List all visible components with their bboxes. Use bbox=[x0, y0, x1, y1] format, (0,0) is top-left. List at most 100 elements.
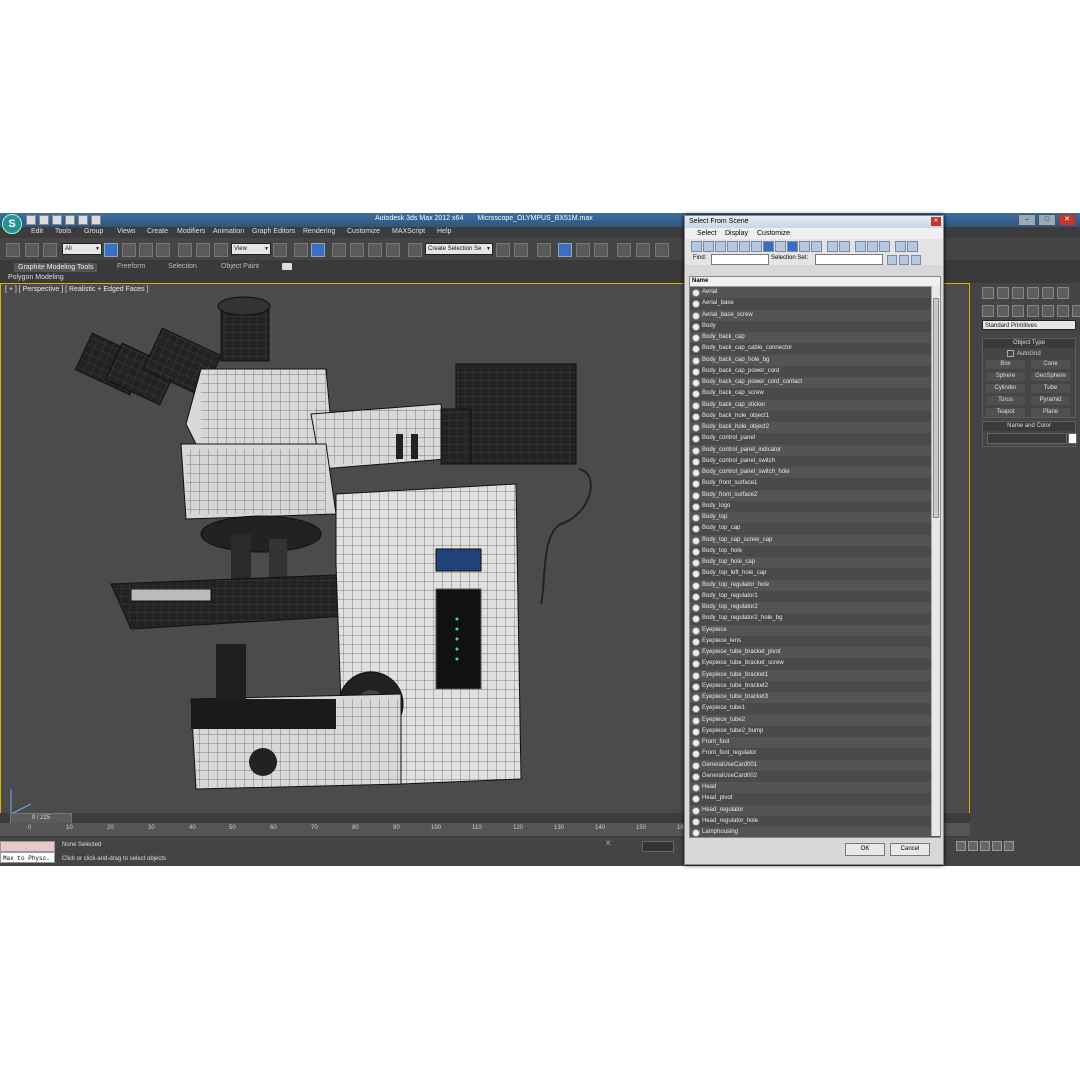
close-button[interactable]: ✕ bbox=[1058, 214, 1076, 226]
pivot-center-icon[interactable] bbox=[273, 243, 287, 257]
tab-selection[interactable]: Selection bbox=[168, 263, 197, 270]
list-item[interactable]: Aerial_base bbox=[690, 298, 940, 310]
scrollbar-thumb[interactable] bbox=[933, 298, 939, 518]
select-none-icon[interactable] bbox=[867, 241, 878, 252]
rendered-frame-window-icon[interactable] bbox=[655, 243, 669, 257]
tube-button[interactable]: Tube bbox=[1031, 384, 1070, 393]
list-item[interactable]: Body_top bbox=[690, 512, 940, 524]
mirror-icon[interactable] bbox=[496, 243, 510, 257]
display-helpers-icon[interactable] bbox=[739, 241, 750, 252]
display-all-icon[interactable] bbox=[811, 241, 822, 252]
display-containers-icon[interactable] bbox=[799, 241, 810, 252]
sync-selection-icon[interactable] bbox=[895, 241, 906, 252]
display-lights-icon[interactable] bbox=[715, 241, 726, 252]
select-all-icon[interactable] bbox=[855, 241, 866, 252]
menu-modifiers[interactable]: Modifiers bbox=[177, 228, 205, 235]
list-item[interactable]: Body_back_cap_power_cord_contact bbox=[690, 377, 940, 389]
selection-set-add-icon[interactable] bbox=[899, 255, 909, 265]
scale-icon[interactable] bbox=[214, 243, 228, 257]
cancel-button[interactable]: Cancel bbox=[890, 843, 930, 856]
cylinder-button[interactable]: Cylinder bbox=[986, 384, 1025, 393]
list-item[interactable]: Body_front_surface2 bbox=[690, 489, 940, 501]
play-icon[interactable] bbox=[980, 841, 990, 851]
list-item[interactable]: Body_front_surface1 bbox=[690, 478, 940, 490]
dialog-menu-customize[interactable]: Customize bbox=[757, 230, 790, 237]
schematic-view-icon[interactable] bbox=[594, 243, 608, 257]
sphere-button[interactable]: Sphere bbox=[986, 372, 1025, 381]
list-item[interactable]: Body_top_regulator2 bbox=[690, 602, 940, 614]
list-item[interactable]: Body_logo bbox=[690, 500, 940, 512]
material-editor-icon[interactable] bbox=[617, 243, 631, 257]
list-item[interactable]: Body_back_cap bbox=[690, 332, 940, 344]
select-manipulate-icon[interactable] bbox=[294, 243, 308, 257]
geometry-icon[interactable] bbox=[982, 305, 994, 317]
maxscript-listener-mini[interactable] bbox=[0, 841, 55, 852]
name-and-color-header[interactable]: Name and Color bbox=[983, 422, 1075, 431]
list-item[interactable]: Eyepiece_tube_bracket_screw bbox=[690, 658, 940, 670]
object-name-field[interactable] bbox=[987, 433, 1067, 444]
angle-snap-icon[interactable] bbox=[350, 243, 364, 257]
list-item[interactable]: Body_back_hole_object2 bbox=[690, 422, 940, 434]
scene-object-list[interactable]: Name Aerial Aerial_base Aerial_base_screw B… bbox=[689, 276, 941, 838]
undo-icon[interactable] bbox=[65, 215, 75, 225]
select-link-icon[interactable] bbox=[6, 243, 20, 257]
display-shapes-icon[interactable] bbox=[703, 241, 714, 252]
plane-button[interactable]: Plane bbox=[1031, 408, 1070, 417]
list-item[interactable]: Body_back_cap_sticker bbox=[690, 399, 940, 411]
list-scrollbar[interactable] bbox=[931, 286, 940, 836]
rotate-icon[interactable] bbox=[196, 243, 210, 257]
display-geometry-icon[interactable] bbox=[691, 241, 702, 252]
tab-graphite-modeling-tools[interactable]: Graphite Modeling Tools bbox=[14, 263, 98, 272]
list-item[interactable]: Body_top_cap bbox=[690, 523, 940, 535]
list-item[interactable]: Eyepiece_tube2 bbox=[690, 714, 940, 726]
list-item[interactable]: Body_top_hole bbox=[690, 545, 940, 557]
menu-graph-editors[interactable]: Graph Editors bbox=[252, 228, 295, 235]
object-type-header[interactable]: Object Type bbox=[983, 339, 1075, 348]
redo-icon[interactable] bbox=[78, 215, 88, 225]
edit-named-selection-icon[interactable] bbox=[408, 243, 422, 257]
torus-button[interactable]: Torus bbox=[986, 396, 1025, 405]
select-invert-icon[interactable] bbox=[879, 241, 890, 252]
unlink-icon[interactable] bbox=[25, 243, 39, 257]
next-frame-icon[interactable] bbox=[992, 841, 1002, 851]
menu-maxscript[interactable]: MAXScript bbox=[392, 228, 425, 235]
open-icon[interactable] bbox=[39, 215, 49, 225]
utilities-tab-icon[interactable] bbox=[1057, 287, 1069, 299]
list-item[interactable]: Eyepiece bbox=[690, 624, 940, 636]
list-item[interactable]: Eyepiece_lens bbox=[690, 635, 940, 647]
list-item[interactable]: Body_top_cap_screw_cap bbox=[690, 534, 940, 546]
ok-button[interactable]: OK bbox=[845, 843, 885, 856]
selection-set-edit-icon[interactable] bbox=[887, 255, 897, 265]
list-item[interactable]: Head_regulator bbox=[690, 804, 940, 816]
selection-set-dropdown[interactable] bbox=[815, 254, 883, 265]
geosphere-button[interactable]: GeoSphere bbox=[1031, 372, 1070, 381]
percent-snap-icon[interactable] bbox=[368, 243, 382, 257]
menu-help[interactable]: Help bbox=[437, 228, 451, 235]
dialog-menu-select[interactable]: Select bbox=[697, 230, 716, 237]
list-item[interactable]: Eyepiece_tube_bracket3 bbox=[690, 692, 940, 704]
cone-button[interactable]: Cone bbox=[1031, 360, 1070, 369]
dialog-menu-display[interactable]: Display bbox=[725, 230, 748, 237]
list-item[interactable]: Body bbox=[690, 320, 940, 332]
dialog-close-button[interactable]: ✕ bbox=[931, 217, 941, 226]
spinner-snap-icon[interactable] bbox=[386, 243, 400, 257]
display-tab-icon[interactable] bbox=[1042, 287, 1054, 299]
curve-editor-icon[interactable] bbox=[576, 243, 590, 257]
snaps-toggle-icon[interactable] bbox=[332, 243, 346, 257]
lights-icon[interactable] bbox=[1012, 305, 1024, 317]
list-item[interactable]: Body_top_regulator_hole bbox=[690, 579, 940, 591]
menu-animation[interactable]: Animation bbox=[213, 228, 244, 235]
list-item[interactable]: Body_back_cap_cable_connector bbox=[690, 343, 940, 355]
list-item[interactable]: Eyepiece_tube1 bbox=[690, 703, 940, 715]
display-none-icon[interactable] bbox=[827, 241, 838, 252]
go-to-end-icon[interactable] bbox=[1004, 841, 1014, 851]
bind-space-warp-icon[interactable] bbox=[43, 243, 57, 257]
list-item[interactable]: Front_foot bbox=[690, 737, 940, 749]
selection-set-remove-icon[interactable] bbox=[911, 255, 921, 265]
render-setup-icon[interactable] bbox=[636, 243, 650, 257]
filter-icon[interactable] bbox=[907, 241, 918, 252]
align-icon[interactable] bbox=[514, 243, 528, 257]
menu-customize[interactable]: Customize bbox=[347, 228, 380, 235]
list-item[interactable]: Body_control_panel_switch bbox=[690, 455, 940, 467]
list-item[interactable]: Head_pivot bbox=[690, 793, 940, 805]
